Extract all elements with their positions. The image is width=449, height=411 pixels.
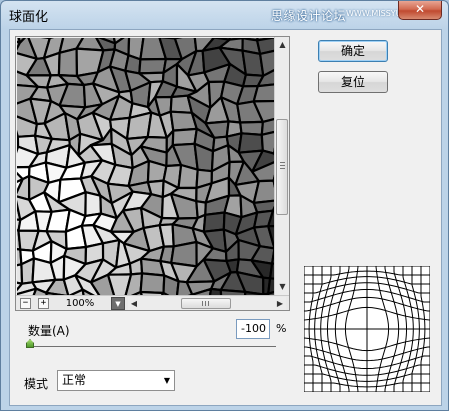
scroll-left-icon[interactable]: ◀ — [128, 297, 140, 310]
zoom-out-button[interactable]: − — [20, 298, 31, 309]
amount-slider-handle[interactable] — [26, 339, 34, 348]
mode-selected-value: 正常 — [62, 373, 87, 387]
preview-tile — [177, 163, 199, 190]
distortion-grid-preview — [304, 266, 430, 392]
title-bar[interactable]: 球面化 思缘设计论坛 WWW.MISSYUAN.COM ✕ — [1, 1, 448, 29]
amount-slider-track[interactable] — [30, 346, 276, 347]
preview-tile — [171, 127, 198, 147]
close-button[interactable]: ✕ — [398, 1, 442, 20]
dialog-window: 球面化 思缘设计论坛 WWW.MISSYUAN.COM ✕ ▲ ▼ − + 10… — [0, 0, 449, 411]
preview-tile — [252, 83, 274, 103]
horizontal-scroll-thumb[interactable] — [181, 298, 231, 309]
scroll-up-icon[interactable]: ▲ — [275, 37, 290, 53]
grip-icon — [202, 301, 210, 306]
preview-toolbar: − + 100% ▼ ◀ ▶ — [16, 295, 289, 310]
preview-vertical-scrollbar[interactable]: ▲ ▼ — [274, 37, 289, 295]
amount-unit: % — [276, 322, 287, 335]
watermark-text: 思缘设计论坛 — [271, 9, 347, 23]
scroll-right-icon[interactable]: ▶ — [274, 297, 286, 310]
zoom-dropdown-button[interactable]: ▼ — [111, 297, 125, 310]
preview-panel: ▲ ▼ − + 100% ▼ ◀ ▶ — [15, 36, 290, 311]
preview-image[interactable] — [17, 38, 274, 295]
dialog-client-area: ▲ ▼ − + 100% ▼ ◀ ▶ 确定 复位 数量(A) -100 % 模式… — [9, 29, 442, 406]
scroll-down-icon[interactable]: ▼ — [275, 279, 290, 295]
zoom-in-button[interactable]: + — [38, 298, 49, 309]
preview-horizontal-scrollbar[interactable]: ◀ ▶ — [128, 297, 286, 310]
mode-select[interactable]: 正常 ▼ — [57, 370, 175, 391]
ok-button[interactable]: 确定 — [318, 40, 388, 62]
chevron-down-icon: ▼ — [163, 376, 170, 385]
chevron-down-icon: ▼ — [115, 300, 121, 308]
preview-tile — [138, 57, 167, 75]
amount-input[interactable]: -100 — [236, 319, 270, 339]
preview-tile — [84, 191, 103, 218]
preview-tile — [139, 272, 166, 295]
preview-tile — [237, 132, 264, 154]
close-icon: ✕ — [414, 2, 426, 16]
reset-button[interactable]: 复位 — [318, 71, 388, 93]
window-title: 球面化 — [9, 10, 49, 25]
grip-icon — [280, 162, 285, 170]
amount-label: 数量(A) — [28, 324, 70, 338]
zoom-level: 100% — [65, 298, 95, 309]
preview-tile — [57, 47, 79, 78]
mode-label: 模式 — [24, 377, 49, 391]
vertical-scroll-thumb[interactable] — [276, 119, 288, 215]
